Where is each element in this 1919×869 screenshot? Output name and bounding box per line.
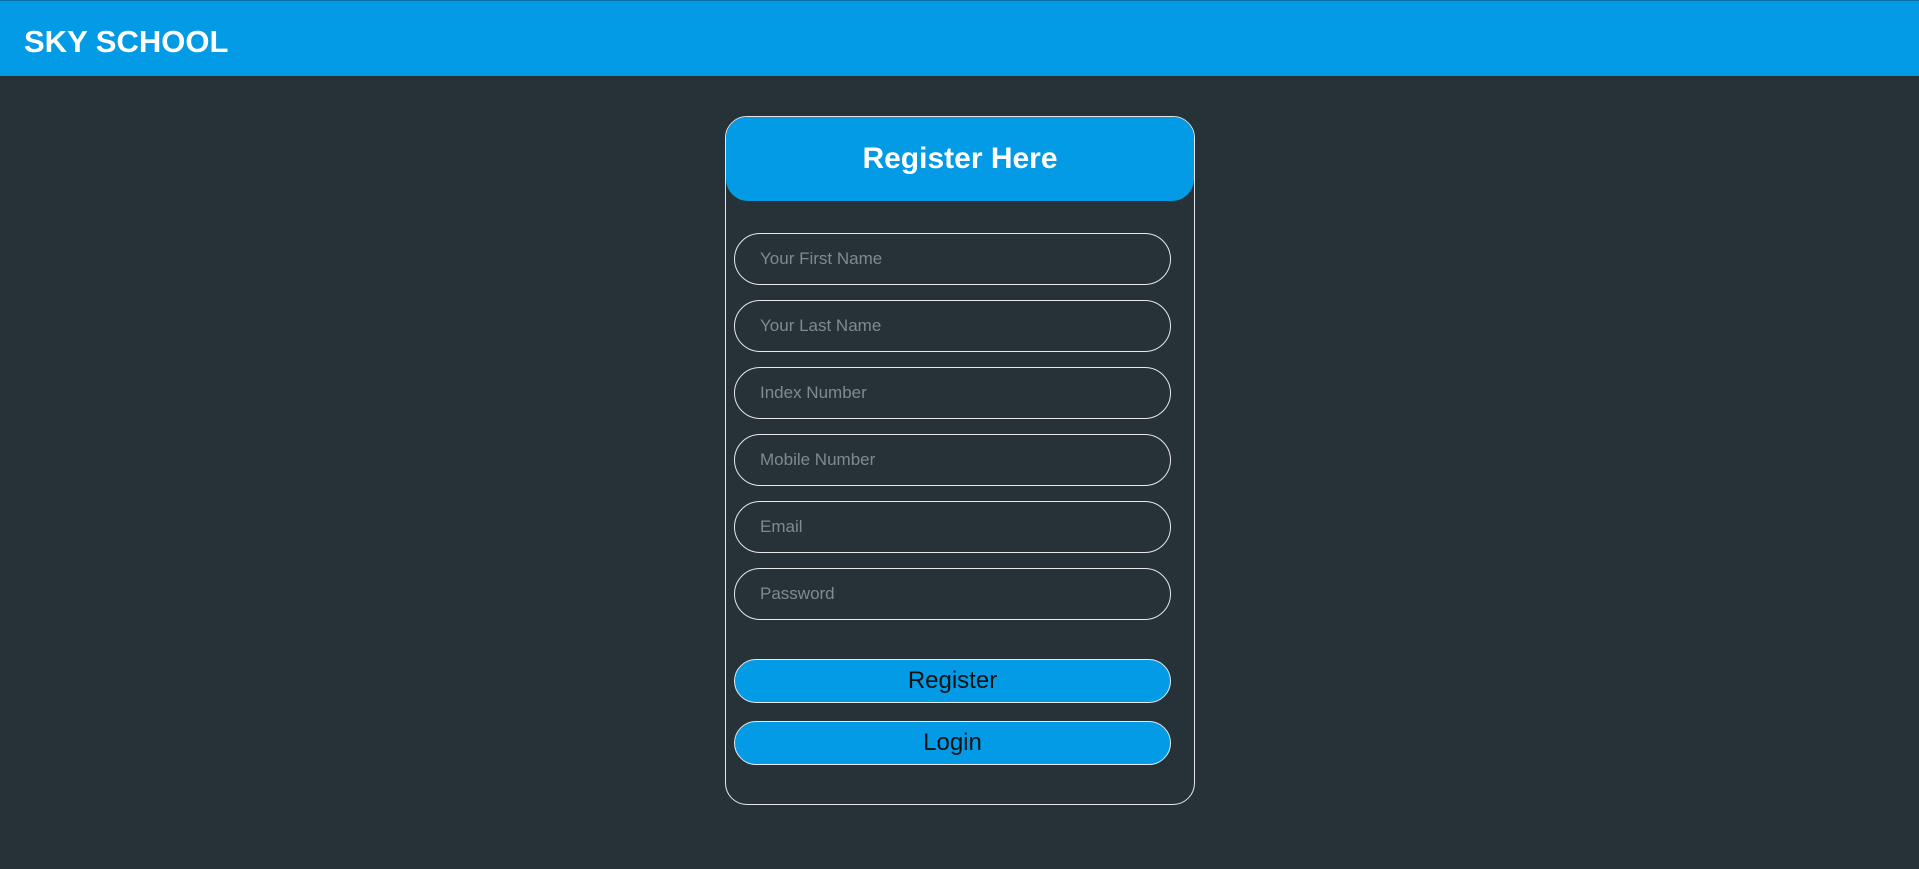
index-number-input[interactable] bbox=[734, 367, 1171, 419]
top-bar: SKY SCHOOL bbox=[0, 0, 1919, 76]
email-input[interactable] bbox=[734, 501, 1171, 553]
register-card: Register Here Register Login bbox=[725, 116, 1195, 805]
first-name-input[interactable] bbox=[734, 233, 1171, 285]
register-button[interactable]: Register bbox=[734, 659, 1171, 703]
mobile-number-input[interactable] bbox=[734, 434, 1171, 486]
last-name-input[interactable] bbox=[734, 300, 1171, 352]
password-input[interactable] bbox=[734, 568, 1171, 620]
register-title: Register Here bbox=[862, 142, 1058, 175]
login-button[interactable]: Login bbox=[734, 721, 1171, 765]
brand-title: SKY SCHOOL bbox=[24, 24, 229, 59]
